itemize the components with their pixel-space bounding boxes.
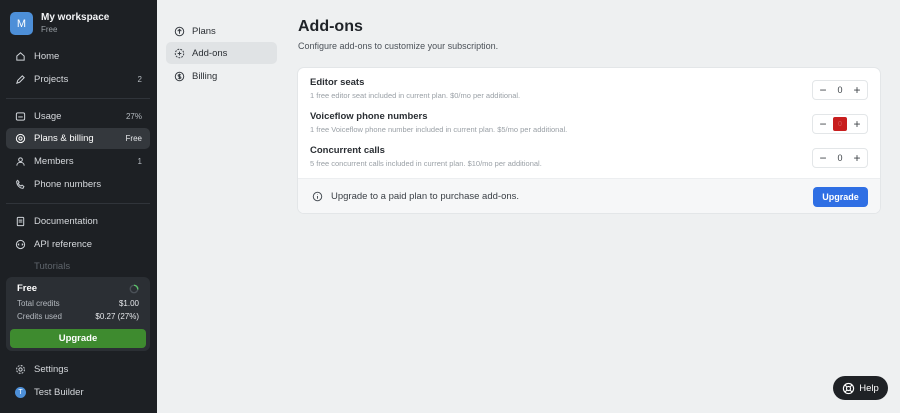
- sidebar-item-label: Home: [34, 51, 60, 62]
- stepper-value: 0: [837, 153, 843, 163]
- tutorials-icon: [15, 261, 26, 270]
- sidebar-item-label: Usage: [34, 111, 62, 122]
- phone-icon: [15, 179, 26, 190]
- sidebar-item-label: Members: [34, 156, 74, 167]
- add-on-icon: [174, 48, 185, 59]
- plus-icon[interactable]: +: [851, 84, 863, 96]
- sidebar-item-label: API reference: [34, 239, 93, 250]
- sidebar-item-label: Documentation: [34, 216, 98, 227]
- addon-concurrent-calls: Concurrent calls 5 free concurrent calls…: [310, 145, 542, 169]
- editor-seats-stepper[interactable]: − 0 +: [812, 80, 868, 100]
- credits-used-value: $0.27 (27%): [95, 312, 139, 321]
- document-icon: [15, 216, 26, 227]
- addon-phone-numbers: Voiceflow phone numbers 1 free Voiceflow…: [310, 111, 567, 135]
- total-credits-label: Total credits: [17, 299, 60, 308]
- sidebar: M My workspace Free Home Projects 2 Usag…: [0, 0, 157, 413]
- subnav-item-plans[interactable]: Plans: [166, 20, 277, 42]
- sidebar-item-api-reference[interactable]: API reference: [6, 234, 150, 255]
- sidebar-item-projects[interactable]: Projects 2: [6, 69, 150, 90]
- sidebar-item-plans-billing[interactable]: Plans & billing Free: [6, 128, 150, 149]
- members-count-badge: 1: [137, 157, 142, 166]
- stepper-value: 0: [837, 85, 843, 95]
- page-subtitle: Configure add-ons to customize your subs…: [298, 41, 499, 51]
- minus-icon[interactable]: −: [817, 84, 829, 96]
- usage-badge: 27%: [125, 112, 142, 121]
- total-credits-value: $1.00: [118, 299, 139, 308]
- subnav-label: Plans: [192, 25, 216, 37]
- upgrade-button[interactable]: Upgrade: [813, 187, 868, 207]
- plus-icon[interactable]: +: [851, 118, 863, 130]
- credits-plan-name: Free: [17, 283, 38, 294]
- plan-badge: Free: [125, 134, 142, 143]
- members-icon: [15, 156, 26, 167]
- addon-name: Voiceflow phone numbers: [310, 111, 428, 122]
- user-menu[interactable]: T Test Builder: [6, 382, 150, 403]
- sidebar-divider: [6, 203, 150, 204]
- workspace-name: My workspace: [41, 12, 110, 23]
- subnav-label: Billing: [192, 70, 218, 82]
- dollar-circle-icon: [174, 71, 185, 82]
- notice-text: Upgrade to a paid plan to purchase add-o…: [331, 191, 520, 202]
- sidebar-item-label: Projects: [34, 74, 69, 85]
- plus-icon[interactable]: +: [851, 152, 863, 164]
- workspace-avatar: M: [10, 12, 33, 35]
- sidebar-item-tutorials[interactable]: Tutorials: [6, 256, 150, 270]
- credits-used-label: Credits used: [17, 312, 62, 321]
- upgrade-notice: Upgrade to a paid plan to purchase add-o…: [298, 178, 880, 213]
- help-label: Help: [859, 382, 879, 394]
- addon-description: 1 free editor seat included in current p…: [310, 91, 521, 100]
- addon-editor-seats: Editor seats 1 free editor seat included…: [310, 77, 520, 101]
- sidebar-item-documentation[interactable]: Documentation: [6, 211, 150, 232]
- workspace-switcher[interactable]: M My workspace Free: [10, 12, 109, 35]
- phone-numbers-stepper[interactable]: − 0 +: [812, 114, 868, 134]
- concurrent-calls-stepper[interactable]: − 0 +: [812, 148, 868, 168]
- sidebar-item-label: Plans & billing: [34, 133, 94, 144]
- add-ons-card: Editor seats 1 free editor seat included…: [298, 68, 880, 213]
- stepper-value[interactable]: 0: [833, 117, 847, 131]
- sidebar-item-usage[interactable]: Usage 27%: [6, 106, 150, 127]
- addon-name: Editor seats: [310, 77, 365, 88]
- addon-description: 1 free Voiceflow phone number included i…: [310, 125, 568, 134]
- projects-count-badge: 2: [137, 75, 142, 84]
- page-title: Add-ons: [298, 18, 363, 35]
- home-icon: [15, 51, 26, 62]
- sidebar-item-members[interactable]: Members 1: [6, 151, 150, 172]
- pencil-icon: [15, 74, 26, 85]
- info-icon: [312, 191, 323, 202]
- help-button[interactable]: Help: [833, 376, 888, 400]
- sidebar-item-phone-numbers[interactable]: Phone numbers: [6, 174, 150, 195]
- total-credits-row: Total credits $1.00: [17, 299, 139, 309]
- sidebar-divider: [6, 98, 150, 99]
- subnav-item-add-ons[interactable]: Add-ons: [166, 42, 277, 64]
- addon-description: 5 free concurrent calls included in curr…: [310, 159, 542, 168]
- subnav-label: Add-ons: [192, 47, 228, 59]
- sidebar-item-label: Phone numbers: [34, 179, 102, 190]
- user-avatar: T: [15, 387, 26, 398]
- user-name: Test Builder: [34, 387, 84, 398]
- sidebar-item-label: Settings: [34, 364, 69, 375]
- billing-icon: [15, 133, 26, 144]
- addon-name: Concurrent calls: [310, 145, 385, 156]
- credits-panel: Free Total credits $1.00 Credits used $0…: [6, 277, 150, 351]
- help-icon: [843, 382, 855, 394]
- sidebar-item-home[interactable]: Home: [6, 46, 150, 67]
- minus-icon[interactable]: −: [817, 152, 829, 164]
- sidebar-item-label: Tutorials: [34, 261, 71, 270]
- gear-icon: [15, 364, 26, 375]
- minus-icon[interactable]: −: [817, 118, 829, 130]
- subnav-item-billing[interactable]: Billing: [166, 65, 277, 87]
- arrow-up-circle-icon: [174, 26, 185, 37]
- sidebar-upgrade-button[interactable]: Upgrade: [10, 329, 146, 348]
- api-icon: [15, 239, 26, 250]
- sidebar-item-settings[interactable]: Settings: [6, 359, 150, 380]
- workspace-plan: Free: [41, 25, 58, 34]
- credits-usage-ring-icon: [129, 284, 139, 294]
- usage-icon: [15, 111, 26, 122]
- credits-used-row: Credits used $0.27 (27%): [17, 312, 139, 322]
